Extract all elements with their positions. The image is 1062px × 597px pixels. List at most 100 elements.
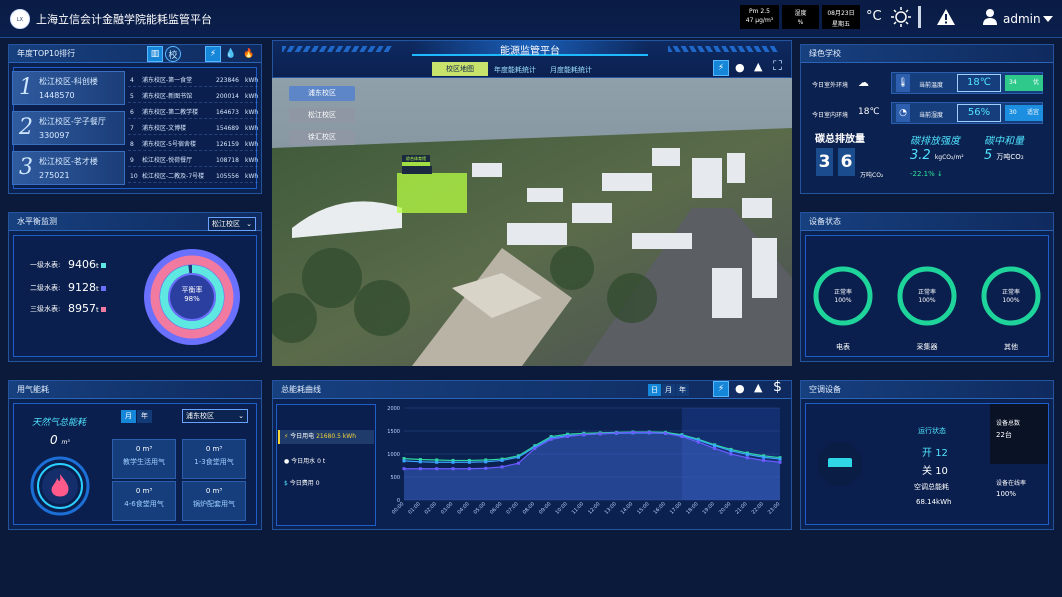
school-logo: LX xyxy=(10,9,30,29)
ring-progress xyxy=(813,266,873,326)
x-tick-label: 14:00 xyxy=(620,501,634,515)
today-elec: ⚡ 今日用电 21680.5 kWh xyxy=(278,430,374,444)
tab-yearly-energy[interactable]: 年度能耗统计 xyxy=(494,65,536,75)
today-cost-label: 今日费用 xyxy=(289,480,314,487)
clock-icon: ◔ xyxy=(896,104,910,122)
user-name[interactable]: admin xyxy=(1003,12,1041,26)
device-label: 其他 xyxy=(1004,343,1018,351)
alert-icon[interactable] xyxy=(936,8,956,26)
electric-icon[interactable]: ⚡ xyxy=(713,381,729,397)
x-tick-label: 17:00 xyxy=(669,501,683,515)
water-campus-select[interactable]: 松江校区 ⌄ xyxy=(208,217,256,231)
table-row[interactable]: 7 浦东校区-文博楼 154689 kWh xyxy=(128,123,258,135)
water-drop-icon[interactable]: ● xyxy=(735,61,745,74)
table-row[interactable]: 9 松江校区-悦荷餐厅 108718 kWh xyxy=(128,155,258,167)
table-row[interactable]: 6 浦东校区-第二教学楼 164673 kWh xyxy=(128,107,258,119)
tab-campus-map[interactable]: 校区地图 xyxy=(432,62,488,76)
device-rate: 100% xyxy=(834,297,852,304)
today-elec-value: 21680.5 kWh xyxy=(316,433,357,440)
campus-button-pudong[interactable]: 浦东校区 xyxy=(289,86,355,101)
building-marker[interactable]: 综合体育馆 xyxy=(402,155,430,162)
unit: 万吨CO₂ xyxy=(996,153,1024,161)
fire-icon[interactable]: ▲ xyxy=(754,60,762,73)
gas-tab-year[interactable]: 年 xyxy=(137,410,152,423)
carbon-digit: 6 xyxy=(838,148,855,176)
user-icon[interactable] xyxy=(982,8,998,26)
water-drop-icon[interactable]: ● xyxy=(735,382,745,395)
data-point xyxy=(598,432,602,436)
data-point xyxy=(745,452,749,456)
row-value: 223846 xyxy=(216,77,239,84)
legend-swatch xyxy=(100,307,106,312)
ac-title: 空调设备 xyxy=(801,381,1053,399)
campus-button-songjiang[interactable]: 松江校区 xyxy=(289,108,355,123)
gas-item-label: 教学生活用气 xyxy=(123,458,165,466)
energy-curve-chart: 050010001500200000:00 01:00 02:00 03:00 04:0… xyxy=(387,406,782,516)
rank-value: 275021 xyxy=(39,171,70,180)
rank-card-2[interactable]: 2 松江校区-学子餐厅 330097 xyxy=(12,111,125,145)
value: 9406 xyxy=(68,258,96,271)
water-level1-value: 9406t xyxy=(68,258,106,271)
data-point xyxy=(500,465,504,469)
ring-label: 平衡率 xyxy=(181,286,203,294)
water-level1: 一级水表: xyxy=(30,260,60,270)
x-tick-label: 11:00 xyxy=(571,501,585,515)
x-tick-label: 12:00 xyxy=(587,501,601,515)
gas-item-label: 锅炉配套用气 xyxy=(193,500,235,508)
off-value: 10 xyxy=(935,466,948,477)
center-title: 能源监管平台 xyxy=(500,46,560,57)
unit: kgCO₂/m² xyxy=(934,154,964,161)
x-tick-label: 05:00 xyxy=(473,501,487,515)
y-tick-label: 1500 xyxy=(387,429,400,435)
table-row[interactable]: 4 浦东校区-第一食堂 223846 kWh xyxy=(128,75,258,87)
today-water: ● 今日用水 0 t xyxy=(284,456,325,465)
temp-badge: 34 优 xyxy=(1005,75,1043,91)
curve-tab-year[interactable]: 年 xyxy=(676,384,689,396)
humidity-value: % xyxy=(797,19,804,26)
gas-tab-month[interactable]: 月 xyxy=(121,410,136,423)
indoor-label: 今日室内环境 xyxy=(812,112,849,119)
data-point xyxy=(778,457,782,461)
unit: t xyxy=(96,285,99,293)
rank-card-3[interactable]: 3 松江校区-茗才楼 275021 xyxy=(12,151,125,185)
device-ring xyxy=(981,266,1041,326)
campus-button-xuhui[interactable]: 徐汇校区 xyxy=(289,130,355,145)
electric-icon[interactable]: ⚡ xyxy=(713,60,729,76)
off-label: 关 xyxy=(922,466,932,477)
today-water-label: 今日用水 xyxy=(291,458,316,465)
dollar-icon: $ xyxy=(284,480,288,487)
chevron-down-icon[interactable] xyxy=(1043,16,1053,22)
table-row[interactable]: 10 松江校区-二教及-7号楼 105556 kWh xyxy=(128,171,258,183)
fire-icon[interactable]: ▲ xyxy=(754,381,762,394)
temp-unit: °C xyxy=(866,9,882,24)
row-unit: kWh xyxy=(245,109,259,116)
data-point xyxy=(778,460,782,464)
table-row[interactable]: 5 浦东校区-新图书馆 200014 kWh xyxy=(128,91,258,103)
data-point xyxy=(729,449,733,453)
building-icon[interactable]: ▥ xyxy=(147,46,163,62)
device-rate: 100% xyxy=(1002,297,1020,304)
pm-label: Pm 2.5 xyxy=(749,8,770,15)
chevron-down-icon: ⌄ xyxy=(246,220,252,228)
rank-card-1[interactable]: 1 松江校区-科创楼 1448570 xyxy=(12,71,125,105)
x-tick-label: 07:00 xyxy=(505,501,519,515)
row-name: 浦东校区-第二教学楼 xyxy=(142,109,199,116)
gas-item-canteen46: 0 m³ 4-6食堂用气 xyxy=(112,481,176,521)
fullscreen-icon[interactable]: ⛶ xyxy=(773,59,782,74)
row-unit: kWh xyxy=(245,77,259,84)
water-drop-icon[interactable]: 💧 xyxy=(223,46,239,62)
row-unit: kWh xyxy=(245,173,259,180)
school-icon[interactable]: 校 xyxy=(165,46,181,62)
gas-campus-select[interactable]: 浦东校区 ⌄ xyxy=(182,409,248,423)
online-label: 设备在线率 xyxy=(996,480,1027,487)
fire-icon[interactable]: 🔥 xyxy=(241,46,257,62)
electric-icon[interactable]: ⚡ xyxy=(205,46,221,62)
data-point xyxy=(467,460,471,464)
dollar-icon[interactable]: $ xyxy=(773,379,782,395)
tab-monthly-energy[interactable]: 月度能耗统计 xyxy=(550,65,592,75)
carbon-unit: 万吨CO₂ xyxy=(860,172,884,179)
curve-tab-day[interactable]: 日 xyxy=(648,384,661,396)
table-row[interactable]: 8 浦东校区-5号宿舍楼 126159 kWh xyxy=(128,139,258,151)
curve-tab-month[interactable]: 月 xyxy=(662,384,675,396)
carbon-digit: 3 xyxy=(816,148,833,176)
